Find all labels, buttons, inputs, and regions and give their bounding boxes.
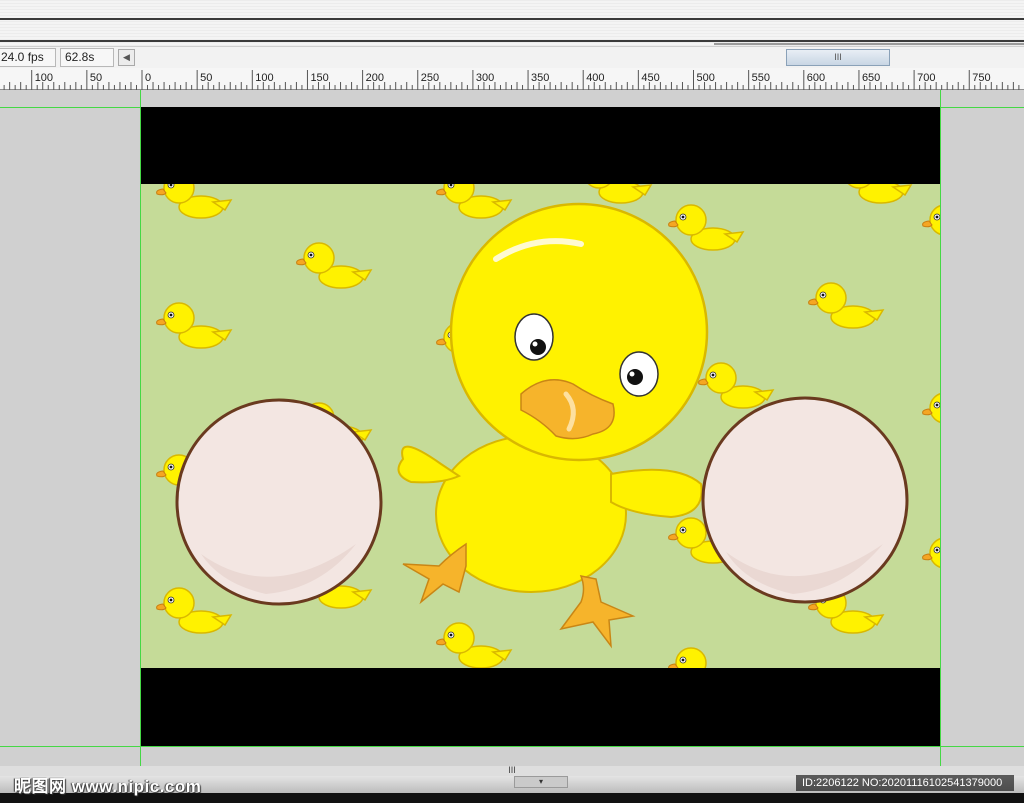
egg-right [701, 396, 909, 604]
ruler-tick-label: 100 [255, 72, 273, 84]
toolbar-divider [714, 43, 1024, 45]
cartoon-scene [155, 184, 940, 668]
ruler-tick-label: 700 [917, 72, 935, 84]
horizontal-ruler: 100 50 0 50 100 150 200 250 300 350 400 450 500 550 60… [0, 68, 1024, 90]
ruler-tick-label: 150 [310, 72, 328, 84]
elapsed-time-field: 62.8s [60, 48, 114, 67]
egg-left [175, 398, 383, 606]
stage-canvas[interactable] [141, 107, 940, 746]
toolbar-divider [0, 18, 1024, 20]
horizontal-scrollbar-thumb[interactable]: III [786, 49, 890, 66]
ruler-tick-label: 0 [145, 72, 151, 84]
ruler-tick-label: 100 [35, 72, 53, 84]
frame-rate-field[interactable]: 24.0 fps [0, 48, 56, 67]
ruler-tick-label: 350 [531, 72, 549, 84]
ruler-tick-label: 50 [200, 72, 212, 84]
ruler-tick-label: 450 [641, 72, 659, 84]
menu-toolbar-area [0, 0, 1024, 46]
image-id-label: ID:2206122 NO:20201116102541379000 [796, 775, 1014, 791]
main-chick [397, 202, 709, 649]
ruler-tick-label: 750 [972, 72, 990, 84]
ruler-tick-label: 300 [476, 72, 494, 84]
ruler-tick-label: 650 [862, 72, 880, 84]
toolbar-divider [0, 40, 1024, 42]
ruler-tick-label: 250 [421, 72, 439, 84]
scene-background [141, 184, 940, 668]
site-watermark: 昵图网 www.nipic.com [14, 777, 202, 796]
ruler-tick-label: 50 [90, 72, 102, 84]
timeline-status-bar: 24.0 fps 62.8s ◀ III [0, 46, 1024, 68]
collapse-panel-button[interactable]: ▾ [514, 776, 568, 788]
ruler-tick-label: 550 [752, 72, 770, 84]
scroll-left-button[interactable]: ◀ [118, 49, 135, 66]
flash-editor-window: 24.0 fps 62.8s ◀ III 100 50 0 50 100 150 200 25… [0, 0, 1024, 803]
ruler-tick-label: 500 [697, 72, 715, 84]
ruler-tick-label: 200 [366, 72, 384, 84]
stage-guide-bottom [0, 746, 1024, 747]
ruler-tick-label: 600 [807, 72, 825, 84]
stage-guide-right [940, 90, 941, 766]
ruler-tick-label: 400 [586, 72, 604, 84]
ruler-ticks: 100 50 0 50 100 150 200 250 300 350 400 450 500 550 60… [3, 70, 1020, 90]
